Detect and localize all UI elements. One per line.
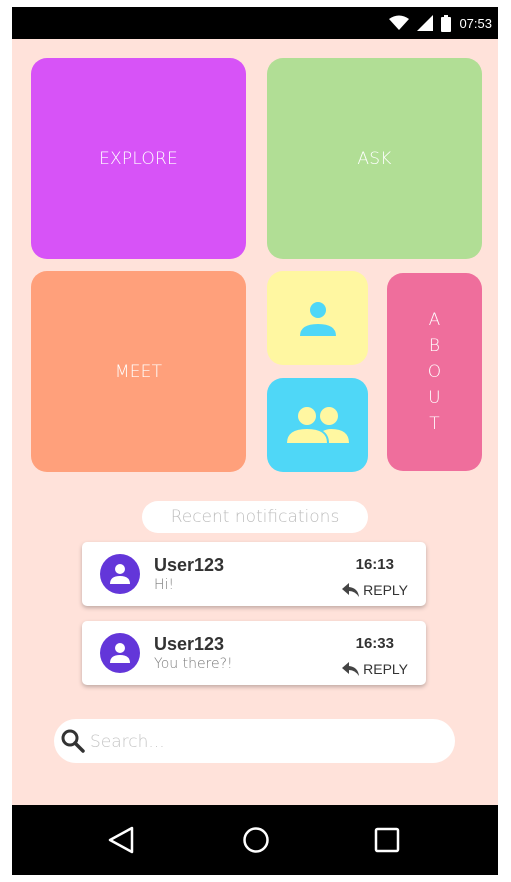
explore-label: EXPLORE bbox=[99, 148, 178, 169]
avatar bbox=[100, 554, 140, 594]
reply-label: REPLY bbox=[363, 661, 408, 677]
explore-tile[interactable]: EXPLORE bbox=[31, 58, 246, 259]
reply-icon bbox=[342, 583, 360, 597]
notifications-header: Recent notifications bbox=[142, 501, 368, 533]
notification-time: 16:33 bbox=[355, 635, 394, 652]
notification-card[interactable]: User123 Hi! 16:13 REPLY bbox=[82, 542, 426, 606]
notification-card[interactable]: User123 You there?! 16:33 REPLY bbox=[82, 621, 426, 685]
home-icon bbox=[243, 827, 269, 853]
profile-tile[interactable] bbox=[267, 271, 368, 365]
about-letter: O bbox=[427, 362, 442, 382]
about-letter: B bbox=[428, 336, 441, 356]
meet-label: MEET bbox=[114, 361, 163, 382]
notification-user: User123 bbox=[154, 555, 225, 575]
avatar bbox=[100, 633, 140, 673]
navigation-bar bbox=[12, 805, 498, 875]
phone-screen: 07:53 EXPLORE ASK MEET A B O U T Recent … bbox=[12, 7, 498, 875]
group-icon bbox=[286, 407, 349, 443]
notification-message: You there?! bbox=[154, 656, 233, 672]
recents-button[interactable] bbox=[370, 823, 404, 857]
ask-label: ASK bbox=[357, 148, 392, 169]
back-icon bbox=[108, 826, 134, 854]
meet-tile[interactable]: MEET bbox=[31, 271, 246, 472]
notification-user: User123 bbox=[154, 634, 225, 654]
reply-button[interactable]: REPLY bbox=[342, 661, 408, 677]
person-icon bbox=[110, 564, 130, 584]
person-icon bbox=[299, 302, 336, 336]
search-bar[interactable] bbox=[54, 719, 455, 763]
reply-icon bbox=[342, 662, 360, 676]
search-icon[interactable] bbox=[60, 728, 86, 754]
signal-icon bbox=[417, 15, 434, 31]
person-icon bbox=[110, 643, 130, 663]
notification-time: 16:13 bbox=[355, 556, 394, 573]
battery-icon bbox=[441, 14, 452, 32]
wifi-icon bbox=[389, 15, 410, 30]
about-letter: A bbox=[428, 310, 441, 330]
status-bar: 07:53 bbox=[12, 7, 498, 39]
about-letter: U bbox=[428, 388, 441, 408]
ask-tile[interactable]: ASK bbox=[267, 58, 482, 259]
back-button[interactable] bbox=[104, 823, 138, 857]
status-icons: 07:53 bbox=[389, 7, 492, 39]
about-letter: T bbox=[429, 414, 440, 434]
notification-message: Hi! bbox=[154, 577, 175, 593]
recents-icon bbox=[374, 827, 400, 853]
about-tile[interactable]: A B O U T bbox=[387, 273, 482, 471]
reply-button[interactable]: REPLY bbox=[342, 582, 408, 598]
search-input[interactable] bbox=[88, 728, 432, 756]
group-tile[interactable] bbox=[267, 378, 368, 472]
status-time: 07:53 bbox=[459, 15, 492, 31]
about-label: A B O U T bbox=[428, 310, 442, 434]
home-button[interactable] bbox=[239, 823, 273, 857]
reply-label: REPLY bbox=[363, 582, 408, 598]
